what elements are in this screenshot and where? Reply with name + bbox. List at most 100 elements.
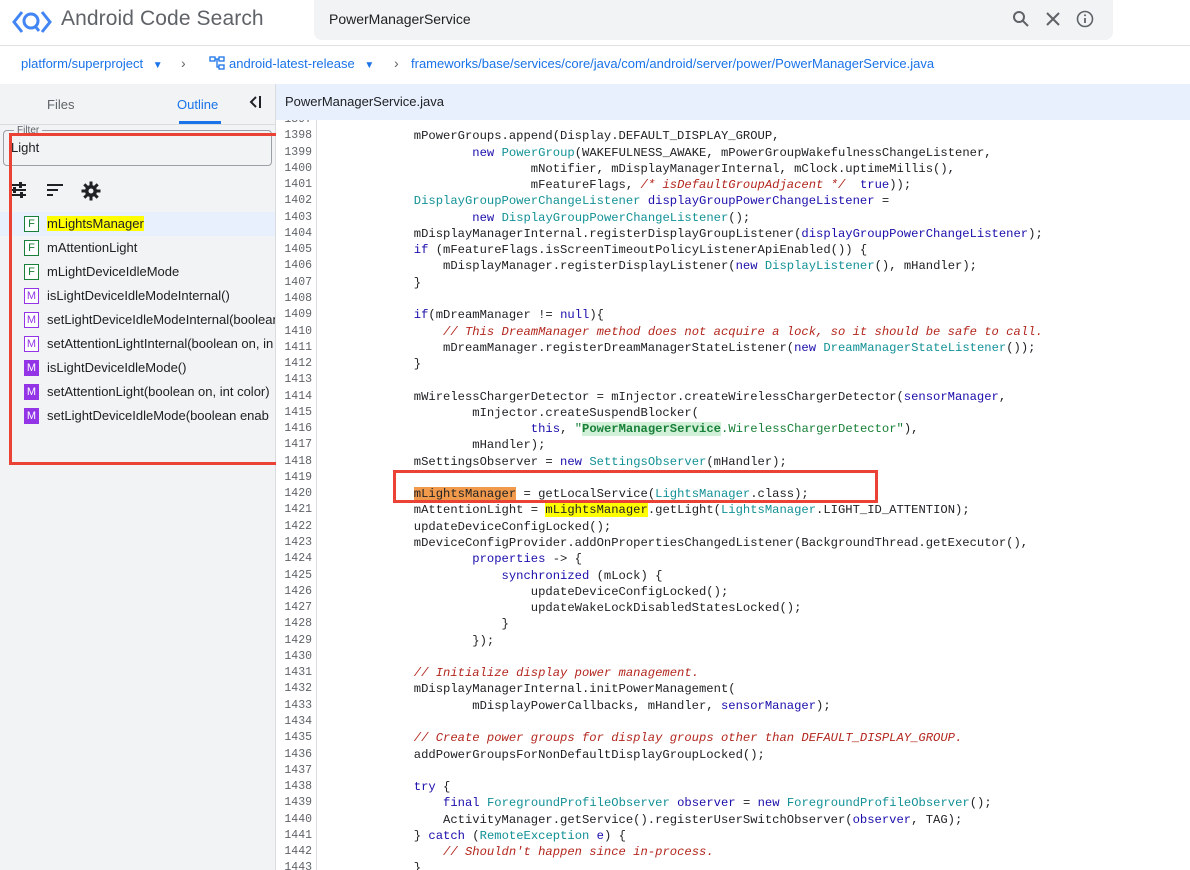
- code-text: mDeviceConfigProvider.addOnPropertiesCha…: [326, 536, 1029, 551]
- code-text: }: [326, 357, 422, 372]
- line-number[interactable]: 1407: [276, 275, 312, 291]
- line-number[interactable]: 1440: [276, 812, 312, 828]
- code-text: new DisplayGroupPowerChangeListener();: [472, 210, 751, 225]
- line-number[interactable]: 1424: [276, 551, 312, 567]
- code-text: mFeatureFlags, /* isDefaultGroupAdjacent…: [326, 178, 912, 193]
- tab-outline[interactable]: Outline: [177, 97, 218, 112]
- line-number[interactable]: 1433: [276, 698, 312, 714]
- line-number[interactable]: 1426: [276, 584, 312, 600]
- line-number[interactable]: 1413: [276, 372, 312, 388]
- line-number[interactable]: 1441: [276, 828, 312, 844]
- chevron-right-icon: ›: [181, 55, 186, 71]
- line-number[interactable]: 1429: [276, 633, 312, 649]
- code-text: properties -> {: [472, 552, 582, 567]
- line-number[interactable]: 1425: [276, 568, 312, 584]
- line-number[interactable]: 1398: [276, 128, 312, 144]
- search-box[interactable]: PowerManagerService: [314, 0, 1113, 40]
- line-number[interactable]: 1418: [276, 454, 312, 470]
- top-bar: Android Code Search PowerManagerService: [0, 0, 1190, 44]
- code-text: try {: [413, 780, 451, 795]
- clear-icon[interactable]: [1044, 10, 1062, 33]
- line-number[interactable]: 1428: [276, 616, 312, 632]
- line-number[interactable]: 1415: [276, 405, 312, 421]
- code-text: synchronized (mLock) {: [501, 568, 663, 583]
- line-number[interactable]: 1442: [276, 844, 312, 860]
- line-number[interactable]: 1411: [276, 340, 312, 356]
- code-text: mDisplayPowerCallbacks, mHandler, sensor…: [326, 698, 831, 713]
- code-text: DisplayGroupPowerChangeListener displayG…: [413, 194, 890, 209]
- line-number[interactable]: 1414: [276, 389, 312, 405]
- line-number[interactable]: 1397: [276, 120, 312, 128]
- branch-selector[interactable]: android-latest-release ▼: [209, 56, 374, 73]
- line-number[interactable]: 1430: [276, 649, 312, 665]
- code-text: mInjector.createSuspendBlocker(: [326, 405, 699, 420]
- line-number[interactable]: 1412: [276, 356, 312, 372]
- app-title[interactable]: Android Code Search: [61, 7, 264, 31]
- line-number[interactable]: 1434: [276, 714, 312, 730]
- code-text: } catch (RemoteException e) {: [326, 828, 626, 843]
- line-number[interactable]: 1431: [276, 665, 312, 681]
- line-number[interactable]: 1423: [276, 535, 312, 551]
- line-number[interactable]: 1432: [276, 681, 312, 697]
- tab-files[interactable]: Files: [47, 97, 74, 112]
- info-icon[interactable]: [1076, 10, 1094, 33]
- line-number[interactable]: 1437: [276, 763, 312, 779]
- line-number[interactable]: 1409: [276, 307, 312, 323]
- search-icon[interactable]: [1012, 10, 1030, 33]
- line-number[interactable]: 1405: [276, 242, 312, 258]
- line-number[interactable]: 1406: [276, 258, 312, 274]
- line-number[interactable]: 1403: [276, 210, 312, 226]
- line-number[interactable]: 1404: [276, 226, 312, 242]
- annotation-box-code: [393, 470, 878, 503]
- code-text: // Initialize display power management.: [413, 666, 699, 681]
- line-number[interactable]: 1399: [276, 145, 312, 161]
- panel-tabs: Files Outline: [0, 84, 275, 125]
- code-text: }: [326, 861, 422, 870]
- code-text: updateWakeLockDisabledStatesLocked();: [326, 601, 802, 616]
- line-number[interactable]: 1410: [276, 324, 312, 340]
- file-path-link[interactable]: frameworks/base/services/core/java/com/a…: [411, 56, 934, 71]
- code-text: });: [326, 633, 495, 648]
- line-number[interactable]: 1421: [276, 502, 312, 518]
- line-number[interactable]: 1416: [276, 421, 312, 437]
- collapse-panel-icon[interactable]: [246, 94, 262, 115]
- line-number[interactable]: 1427: [276, 600, 312, 616]
- code-text: updateDeviceConfigLocked();: [326, 584, 729, 599]
- file-tab-bar: PowerManagerService.java: [276, 84, 1190, 120]
- line-number[interactable]: 1420: [276, 486, 312, 502]
- line-number[interactable]: 1417: [276, 437, 312, 453]
- line-number[interactable]: 1400: [276, 161, 312, 177]
- code-text: mSettingsObserver = new SettingsObserver…: [326, 454, 787, 469]
- line-number[interactable]: 1439: [276, 795, 312, 811]
- line-number[interactable]: 1408: [276, 291, 312, 307]
- line-number[interactable]: 1401: [276, 177, 312, 193]
- chevron-down-icon[interactable]: ▼: [153, 60, 163, 71]
- line-number[interactable]: 1436: [276, 747, 312, 763]
- project-label[interactable]: platform/superproject: [21, 56, 143, 71]
- code-text: mWirelessChargerDetector = mInjector.cre…: [326, 389, 1007, 404]
- line-number[interactable]: 1422: [276, 519, 312, 535]
- chevron-down-icon[interactable]: ▼: [364, 60, 374, 71]
- line-number[interactable]: 1419: [276, 470, 312, 486]
- code-search-logo-icon[interactable]: [12, 7, 52, 42]
- branch-icon: [209, 56, 225, 73]
- code-text: mDisplayManagerInternal.initPowerManagem…: [326, 682, 736, 697]
- code-text: this, "PowerManagerService.WirelessCharg…: [530, 422, 919, 437]
- code-text: addPowerGroupsForNonDefaultDisplayGroupL…: [326, 747, 765, 762]
- code-text: // Create power groups for display group…: [413, 731, 963, 746]
- search-input[interactable]: PowerManagerService: [329, 11, 471, 27]
- code-text: }: [326, 275, 422, 290]
- branch-label[interactable]: android-latest-release: [229, 56, 355, 71]
- line-number[interactable]: 1438: [276, 779, 312, 795]
- annotation-box-outline: [9, 133, 291, 465]
- file-name-tab[interactable]: PowerManagerService.java: [285, 94, 444, 109]
- project-selector[interactable]: platform/superproject ▼: [21, 56, 163, 71]
- active-tab-indicator: [179, 121, 221, 124]
- line-number[interactable]: 1402: [276, 193, 312, 209]
- line-number[interactable]: 1435: [276, 730, 312, 746]
- code-text: ActivityManager.getService().registerUse…: [326, 812, 963, 827]
- line-number[interactable]: 1443: [276, 860, 312, 870]
- code-text: updateDeviceConfigLocked();: [326, 519, 612, 534]
- chevron-right-icon: ›: [394, 55, 399, 71]
- code-text: mPowerGroups.append(Display.DEFAULT_DISP…: [326, 129, 780, 144]
